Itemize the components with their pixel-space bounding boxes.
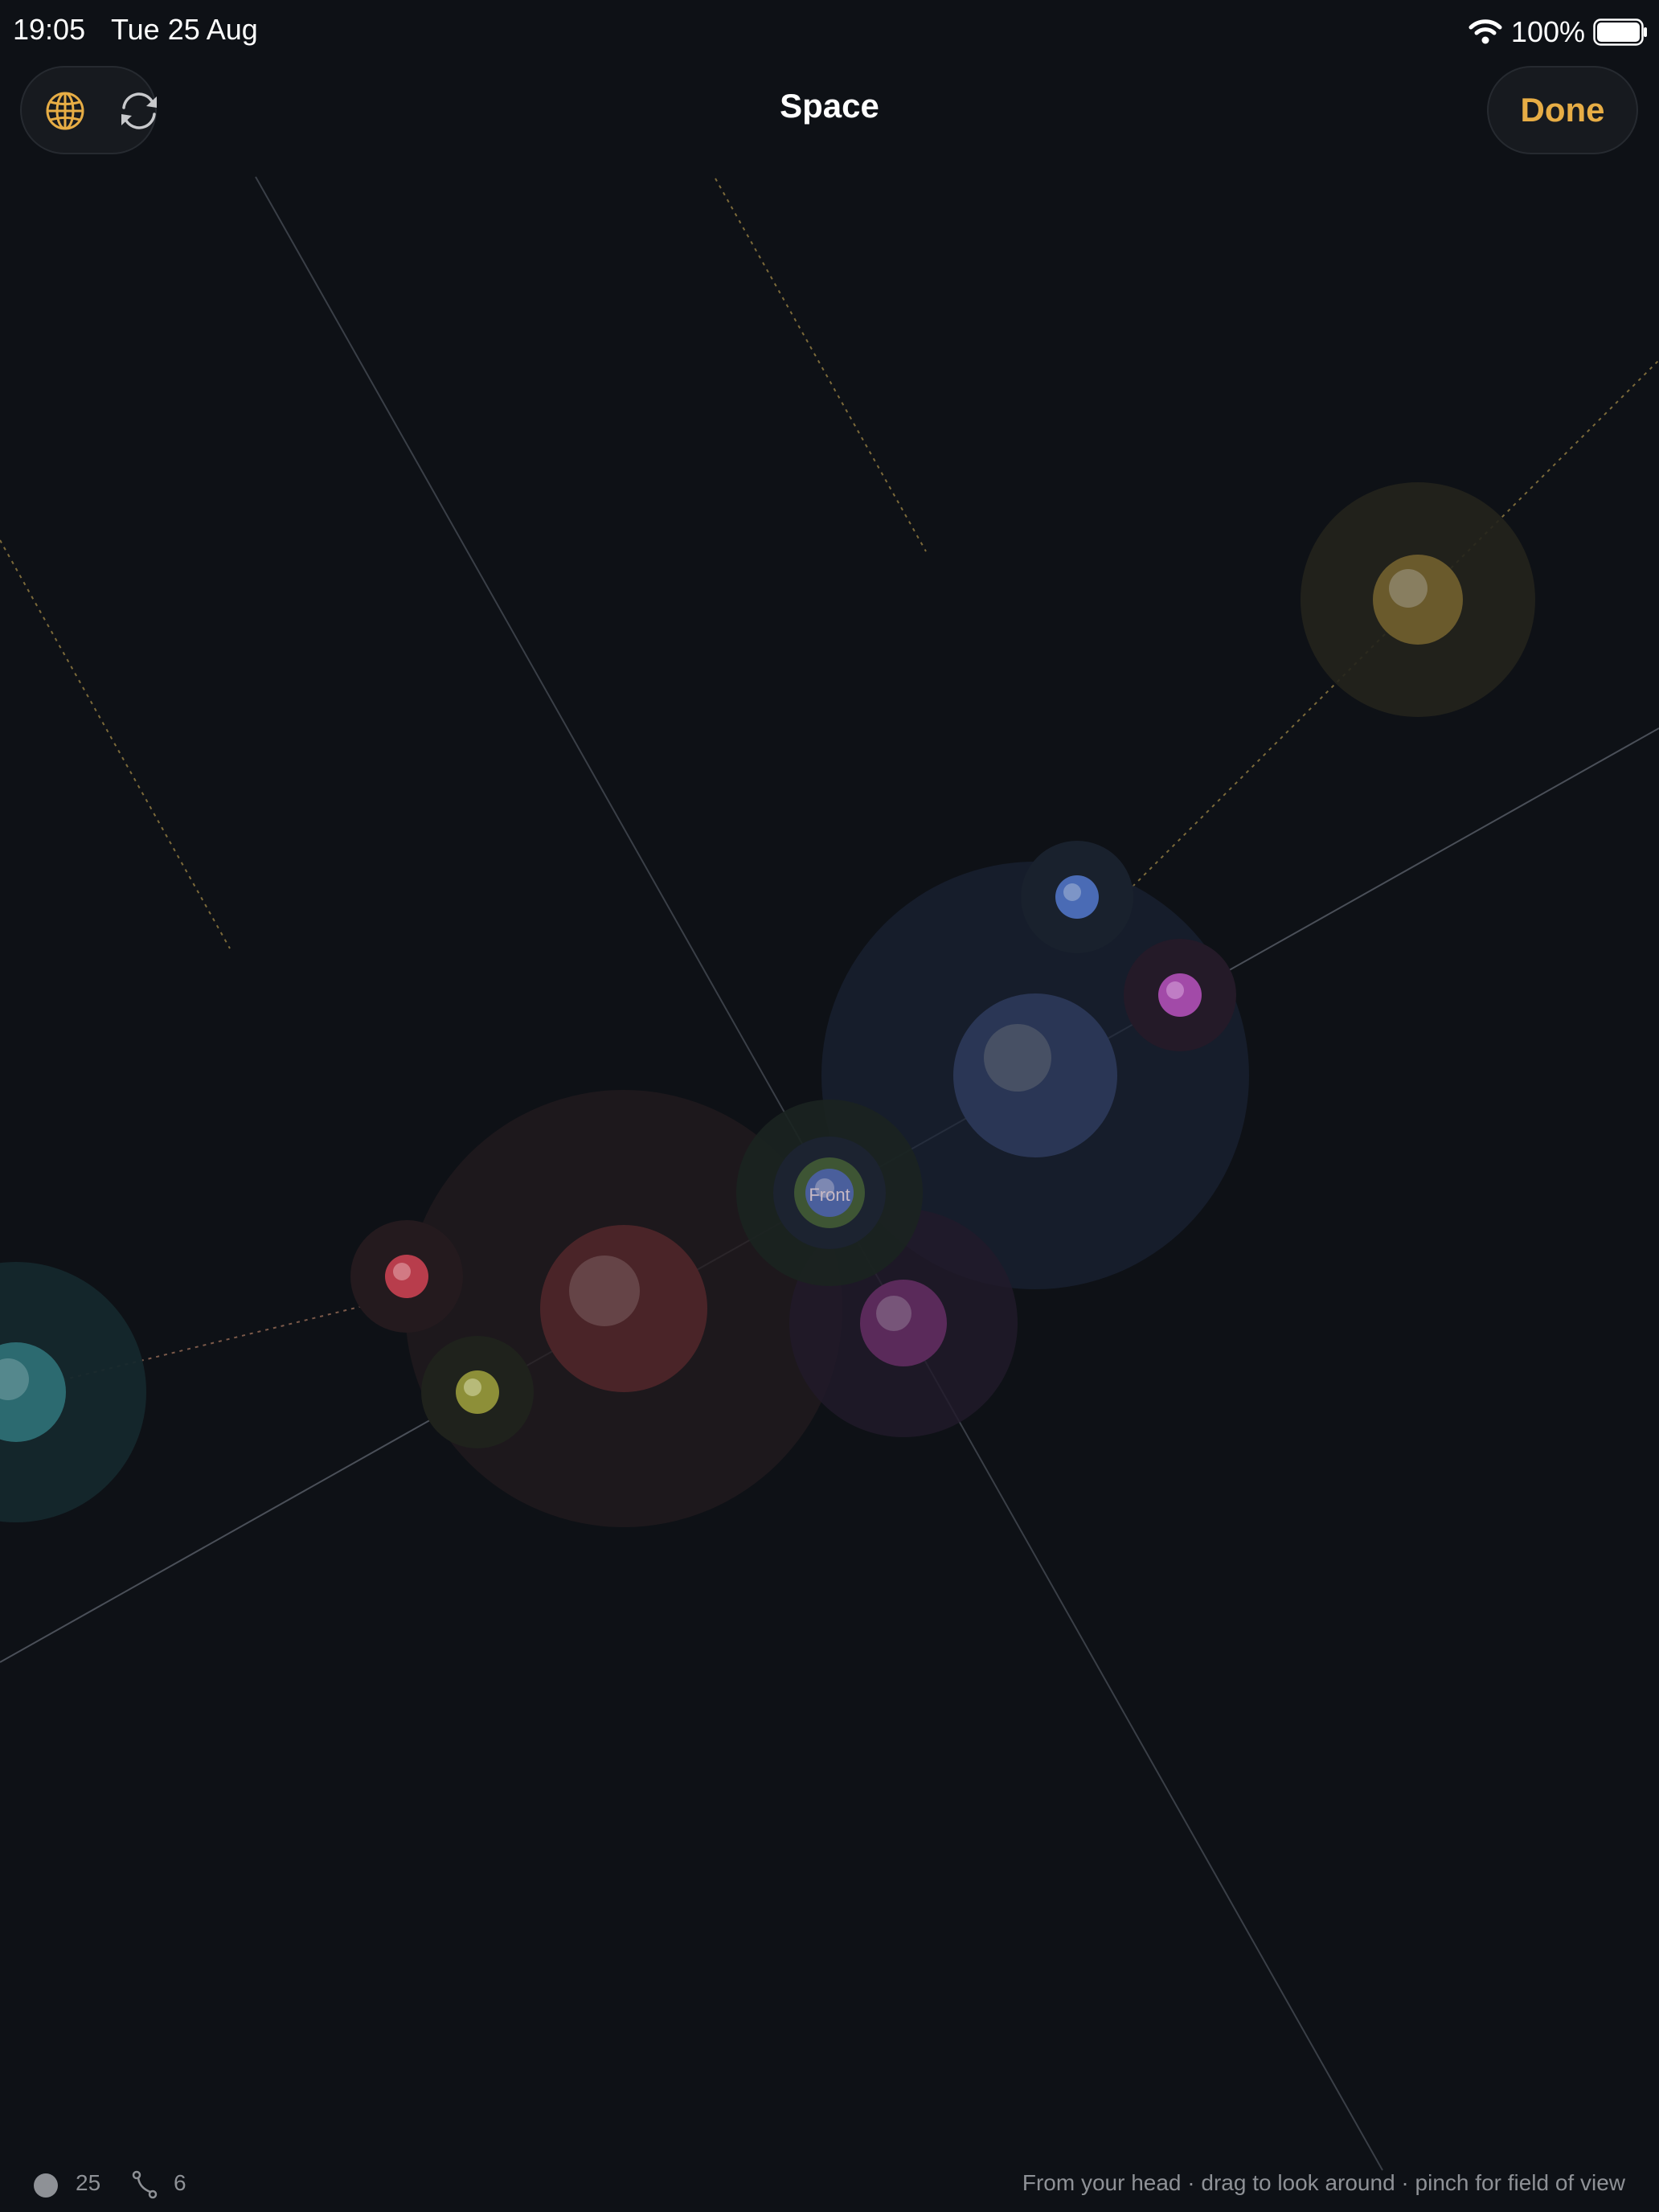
source-node-gold[interactable] [1373,555,1463,645]
status-time: 19:05 [13,13,86,46]
dotted-link [0,539,231,949]
source-node-purple[interactable] [860,1280,947,1366]
node-count: 25 [76,2170,101,2195]
node-count-icon [34,2173,58,2198]
view-controls-group [20,66,157,154]
source-node-red-small[interactable] [350,1220,463,1333]
link-count-icon [132,2170,158,2199]
source-node-red-large[interactable] [540,1225,707,1392]
source-node-olive[interactable] [421,1336,534,1448]
source-node-blue-small[interactable] [1021,841,1133,953]
gesture-hint: From your head · drag to look around · p… [1022,2170,1625,2195]
battery-icon [1593,18,1647,46]
status-bar: 19:05 Tue 25 Aug 100% [0,0,1659,64]
status-date: Tue 25 Aug [111,13,258,46]
listener-front-marker[interactable]: Front [773,1137,886,1249]
globe-icon [46,92,84,130]
dotted-link [715,178,927,552]
battery-percentage: 100% [1510,15,1585,48]
sync-icon [121,92,157,129]
page-title: Space [780,87,879,125]
bottom-info-bar: 25 6 From your head · drag to look aroun… [0,2154,1659,2206]
space-scene[interactable]: Front [0,0,1659,2212]
sync-button[interactable] [100,72,178,150]
wifi-icon [1469,19,1502,44]
source-node-magenta[interactable] [1124,939,1236,1051]
link-count: 6 [174,2170,186,2195]
done-button[interactable]: Done [1487,66,1638,154]
front-label: Front [809,1185,850,1205]
source-node-blue-large[interactable] [953,993,1117,1157]
status-indicators: 100% [1468,11,1648,53]
globe-button[interactable] [27,72,104,150]
